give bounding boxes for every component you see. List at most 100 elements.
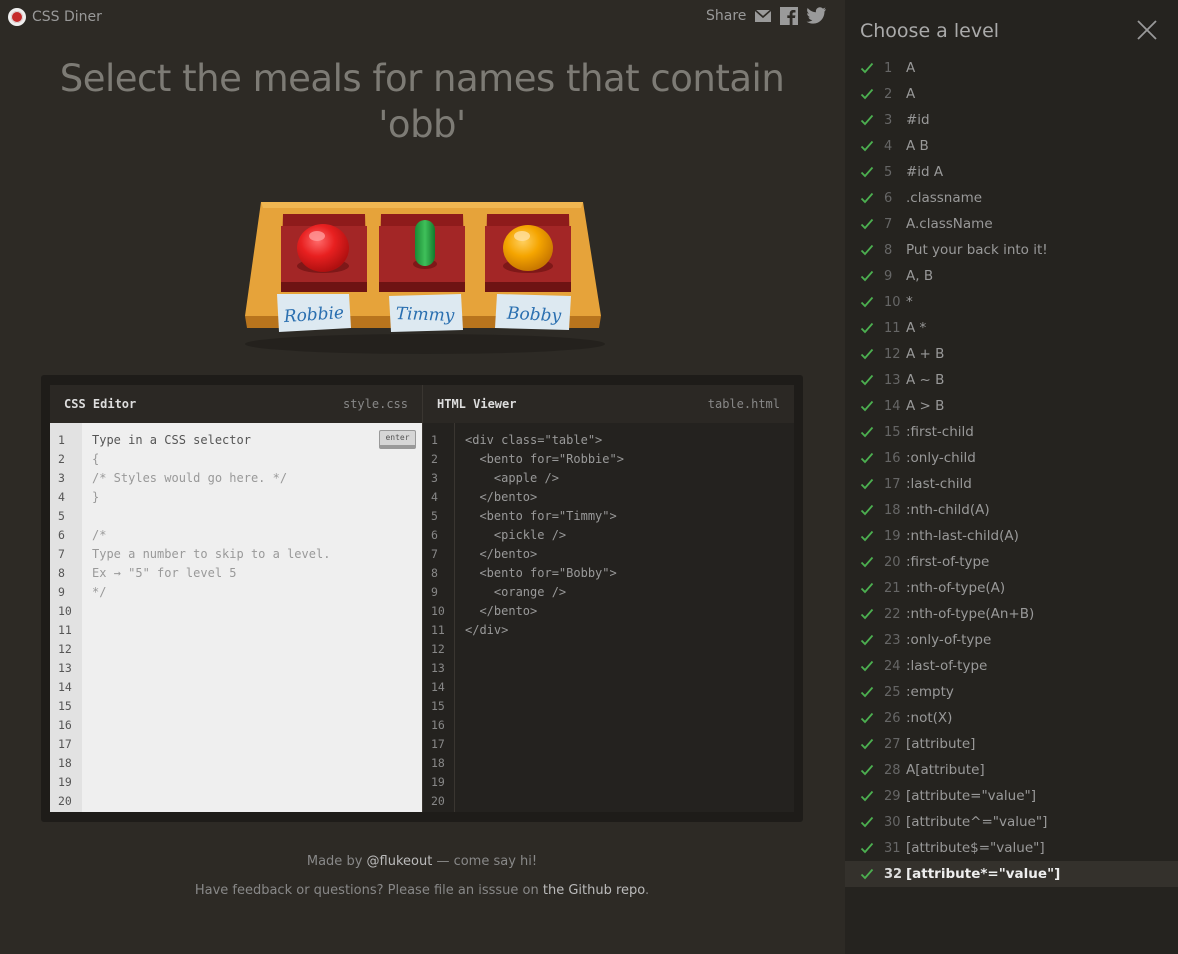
level-item[interactable]: 8 Put your back into it! bbox=[845, 237, 1178, 263]
level-item[interactable]: 16:only-child bbox=[845, 445, 1178, 471]
level-number: 31 bbox=[884, 840, 901, 856]
level-item[interactable]: 30 [attribute^="value"] bbox=[845, 809, 1178, 835]
level-name: A + B bbox=[906, 346, 945, 362]
level-item[interactable]: 25:empty bbox=[845, 679, 1178, 705]
html-code-line[interactable]: <pickle /> bbox=[465, 526, 624, 545]
level-name: :nth-of-type(A) bbox=[906, 580, 1006, 596]
level-item[interactable]: 18:nth-child(A) bbox=[845, 497, 1178, 523]
level-name: [attribute$="value"] bbox=[906, 840, 1045, 856]
level-item[interactable]: 20:first-of-type bbox=[845, 549, 1178, 575]
level-item[interactable]: 15:first-child bbox=[845, 419, 1178, 445]
level-number: 21 bbox=[884, 580, 901, 596]
css-selector-input[interactable]: Type in a CSS selector bbox=[92, 431, 330, 450]
css-code-line: /* bbox=[92, 528, 107, 542]
level-item[interactable]: 22:nth-of-type(An+B) bbox=[845, 601, 1178, 627]
level-item[interactable]: 14 A > B bbox=[845, 393, 1178, 419]
level-item[interactable]: 31 [attribute$="value"] bbox=[845, 835, 1178, 861]
html-viewer-filename: table.html bbox=[707, 397, 780, 411]
html-code-line[interactable]: </bento> bbox=[465, 545, 624, 564]
level-number: 26 bbox=[884, 710, 901, 726]
html-viewer-header: HTML Viewer table.html bbox=[422, 385, 794, 423]
level-item[interactable]: 19:nth-last-child(A) bbox=[845, 523, 1178, 549]
html-line-numbers: 1 2 3 4 5 6 7 8 9 10 11 12 13 14 15 16 17 18 19 20 bbox=[423, 423, 455, 812]
html-code-line[interactable]: </bento> bbox=[465, 602, 624, 621]
css-editor-filename: style.css bbox=[342, 397, 408, 411]
pickle-item bbox=[415, 220, 435, 266]
facebook-icon[interactable] bbox=[780, 7, 799, 25]
checkmark-icon bbox=[860, 738, 874, 750]
level-item[interactable]: 26:not(X) bbox=[845, 705, 1178, 731]
line-number: 5 bbox=[431, 509, 438, 523]
level-name: :nth-child(A) bbox=[906, 502, 990, 518]
level-item[interactable]: 5 #id A bbox=[845, 159, 1178, 185]
html-code-line[interactable]: <apple /> bbox=[465, 469, 624, 488]
bento-robbie bbox=[281, 214, 367, 292]
html-code-line[interactable]: <orange /> bbox=[465, 583, 624, 602]
author-link[interactable]: @flukeout bbox=[367, 854, 433, 869]
level-item[interactable]: 1A bbox=[845, 55, 1178, 81]
level-item[interactable]: 11 A * bbox=[845, 315, 1178, 341]
level-number: 19 bbox=[884, 528, 901, 544]
level-name: A bbox=[906, 86, 916, 102]
checkmark-icon bbox=[860, 192, 874, 204]
html-code-line[interactable]: <bento for="Bobby"> bbox=[465, 564, 624, 583]
github-repo-link[interactable]: the Github repo bbox=[543, 883, 645, 898]
checkmark-icon bbox=[860, 478, 874, 490]
html-code-line[interactable]: <div class="table"> bbox=[465, 431, 624, 450]
level-name: :last-child bbox=[906, 476, 972, 492]
level-item[interactable]: 21 :nth-of-type(A) bbox=[845, 575, 1178, 601]
level-name: :only-child bbox=[906, 450, 976, 466]
html-code-line[interactable]: </bento> bbox=[465, 488, 624, 507]
level-item[interactable]: 29 [attribute="value"] bbox=[845, 783, 1178, 809]
html-code-line[interactable]: </div> bbox=[465, 621, 624, 640]
level-item[interactable]: 32 [attribute*="value"] bbox=[845, 861, 1178, 887]
level-item[interactable]: 28 A[attribute] bbox=[845, 757, 1178, 783]
level-item[interactable]: 3 #id bbox=[845, 107, 1178, 133]
checkmark-icon bbox=[860, 140, 874, 152]
name-card-robbie-text: Robbie bbox=[282, 303, 345, 327]
level-item[interactable]: 9 A, B bbox=[845, 263, 1178, 289]
level-item[interactable]: 24:last-of-type bbox=[845, 653, 1178, 679]
footer-feedback-suffix: . bbox=[645, 883, 650, 898]
close-icon[interactable] bbox=[1135, 18, 1159, 42]
checkmark-icon bbox=[860, 426, 874, 438]
checkmark-icon bbox=[860, 114, 874, 126]
level-item[interactable]: 27 [attribute] bbox=[845, 731, 1178, 757]
html-code-line[interactable]: <bento for="Robbie"> bbox=[465, 450, 624, 469]
line-number: 3 bbox=[431, 471, 438, 485]
line-number: 8 bbox=[58, 566, 65, 580]
level-item[interactable]: 23:only-of-type bbox=[845, 627, 1178, 653]
apple-item bbox=[297, 224, 349, 272]
level-name: :last-of-type bbox=[906, 658, 988, 674]
enter-button[interactable]: enter bbox=[379, 430, 416, 449]
css-editor-title: CSS Editor bbox=[64, 397, 137, 411]
level-item[interactable]: 12 A + B bbox=[845, 341, 1178, 367]
line-number: 4 bbox=[431, 490, 438, 504]
css-code-line: Type a number to skip to a level. bbox=[92, 547, 331, 561]
level-item[interactable]: 17:last-child bbox=[845, 471, 1178, 497]
level-item[interactable]: 13 A ~ B bbox=[845, 367, 1178, 393]
level-number: 11 bbox=[884, 320, 901, 336]
checkmark-icon bbox=[860, 400, 874, 412]
level-item[interactable]: 6 .classname bbox=[845, 185, 1178, 211]
level-item[interactable]: 4 A B bbox=[845, 133, 1178, 159]
checkmark-icon bbox=[860, 270, 874, 282]
email-icon[interactable] bbox=[754, 7, 772, 25]
level-number: 22 bbox=[884, 606, 901, 622]
html-code-line[interactable]: <bento for="Timmy"> bbox=[465, 507, 624, 526]
line-number: 18 bbox=[431, 756, 445, 770]
line-number: 10 bbox=[58, 604, 72, 618]
level-name: A bbox=[906, 60, 916, 76]
level-item[interactable]: 10 * bbox=[845, 289, 1178, 315]
line-number: 10 bbox=[431, 604, 445, 618]
level-item[interactable]: 2A bbox=[845, 81, 1178, 107]
line-number: 8 bbox=[431, 566, 438, 580]
checkmark-icon bbox=[860, 686, 874, 698]
level-item[interactable]: 7 A.className bbox=[845, 211, 1178, 237]
share-bar: Share bbox=[706, 7, 827, 25]
logo[interactable]: CSS Diner bbox=[8, 8, 102, 26]
twitter-icon[interactable] bbox=[806, 7, 827, 25]
line-number: 7 bbox=[431, 547, 438, 561]
level-number: 29 bbox=[884, 788, 901, 804]
level-name: A > B bbox=[906, 398, 945, 414]
